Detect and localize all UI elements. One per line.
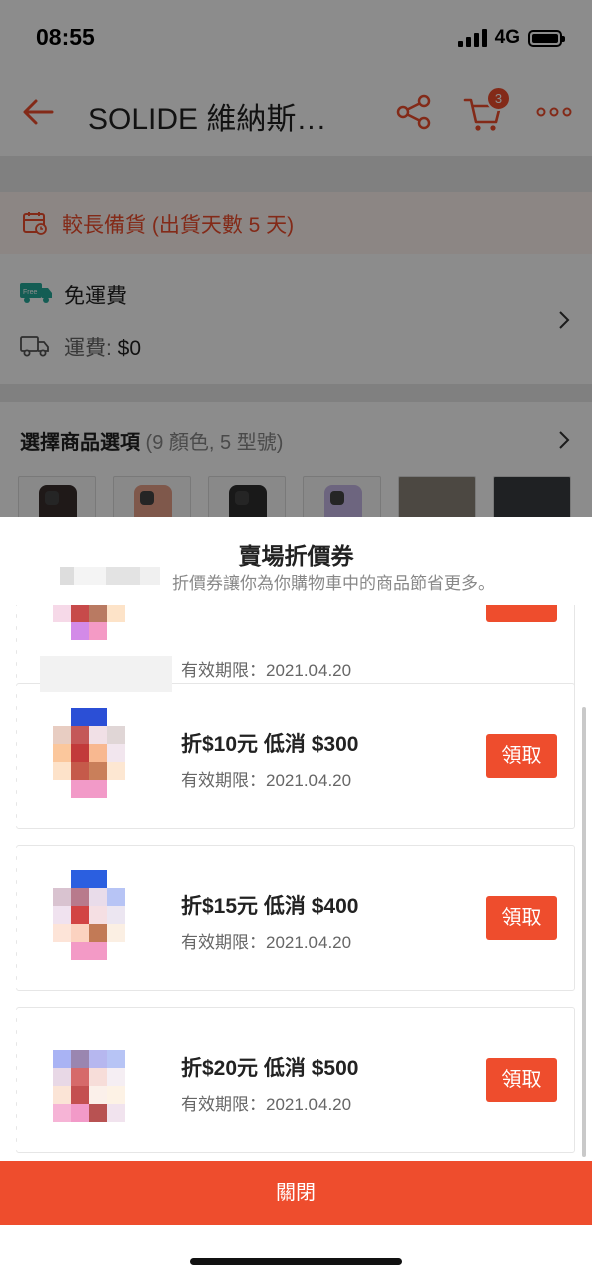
claim-button[interactable]: 領取 [486, 734, 557, 778]
coupon-discount: 折$10元 低消 $300 [181, 733, 359, 756]
shop-logo [53, 1032, 125, 1132]
coupon-expiry: 有效期限：2021.04.20 [181, 933, 352, 952]
coupon-text: 折$15元 低消 $400 有效期限：2021.04.20 [181, 890, 358, 953]
coupon-expiry: 有效期限：2021.04.20 [181, 1095, 352, 1114]
redacted-block [60, 567, 74, 585]
coupon-card: 折$15元 低消 $400 有效期限：2021.04.20 領取 [16, 845, 575, 991]
coupon-text: 折$10元 低消 $300 有效期限：2021.04.20 [181, 728, 358, 791]
home-indicator[interactable] [190, 1258, 402, 1265]
sheet-subtitle: 折價券讓你為你購物車中的商品節省更多。 [172, 574, 495, 593]
claim-button[interactable] [486, 605, 557, 622]
close-button[interactable]: 關閉 [0, 1161, 592, 1225]
claim-button[interactable]: 領取 [486, 1058, 557, 1102]
claim-button[interactable]: 領取 [486, 896, 557, 940]
coupon-discount: 折$20元 低消 $500 [181, 1057, 359, 1080]
redacted-block [74, 567, 106, 585]
coupon-sheet: 賣場折價券 折價券讓你為你購物車中的商品節省更多。 有效期限：2021.04.2… [0, 517, 592, 1280]
coupon-discount: 折$15元 低消 $400 [181, 895, 359, 918]
redacted-block [106, 567, 140, 585]
redacted-block [140, 567, 160, 585]
shop-logo [53, 870, 125, 970]
redacted-block [40, 656, 172, 692]
coupon-text: 折$20元 低消 $500 有效期限：2021.04.20 [181, 1052, 358, 1115]
coupon-list[interactable]: 有效期限：2021.04.20 折$10元 低消 $300 有效期限：2021.… [0, 605, 592, 1160]
scrollbar[interactable] [582, 707, 586, 1157]
coupon-card: 折$10元 低消 $300 有效期限：2021.04.20 領取 [16, 683, 575, 829]
shop-logo [53, 708, 125, 808]
coupon-expiry: 有效期限：2021.04.20 [181, 771, 352, 790]
coupon-card: 折$20元 低消 $500 有效期限：2021.04.20 領取 [16, 1007, 575, 1153]
coupon-text: 有效期限：2021.04.20 [181, 648, 351, 681]
coupon-expiry: 有效期限：2021.04.20 [181, 661, 352, 680]
sheet-title: 賣場折價券 [238, 543, 354, 569]
